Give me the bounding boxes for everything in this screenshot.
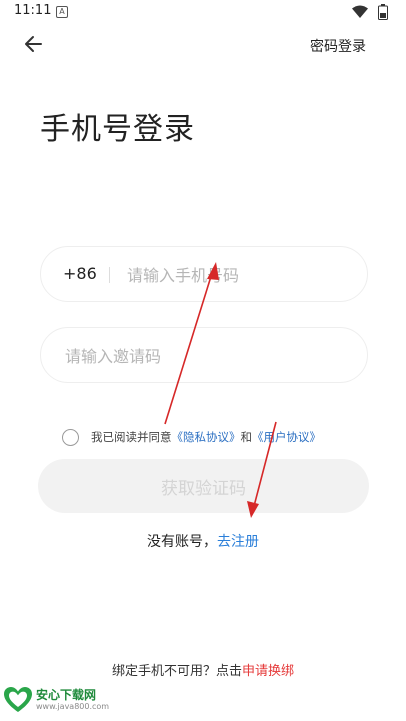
register-link[interactable]: 去注册: [217, 534, 259, 550]
watermark-url: www.java800.com: [36, 702, 110, 711]
privacy-policy-link[interactable]: 《隐私协议》: [172, 429, 241, 445]
back-arrow-icon[interactable]: [22, 33, 44, 55]
rebind-prompt: 绑定手机不可用？点击: [111, 664, 242, 679]
apply-rebind-link[interactable]: 申请换绑: [242, 664, 294, 679]
battery-icon: [378, 4, 388, 20]
user-agreement-link[interactable]: 《用户协议》: [252, 429, 321, 445]
status-bar: 11:11 A: [0, 0, 406, 24]
notification-app-icon: A: [56, 6, 68, 18]
rebind-row: 绑定手机不可用？点击申请换绑: [0, 660, 406, 679]
agreement-and: 和: [240, 430, 253, 444]
phone-field: +86: [40, 246, 368, 302]
password-login-link[interactable]: 密码登录: [310, 36, 366, 56]
watermark-name: 安心下载网: [36, 688, 97, 702]
watermark: 安心下载网 www.java800.com: [4, 687, 109, 713]
agreement-checkbox[interactable]: [62, 428, 79, 446]
wifi-icon: [352, 5, 368, 18]
no-account-text: 没有账号，: [147, 534, 217, 550]
country-code[interactable]: +86: [63, 264, 97, 283]
page-title: 手机号登录: [40, 112, 195, 147]
phone-input[interactable]: [125, 257, 349, 293]
status-time: 11:11: [14, 3, 52, 18]
invite-code-input[interactable]: [63, 338, 347, 374]
agreement-text: 我已阅读并同意: [91, 430, 172, 444]
register-row: 没有账号，去注册: [0, 531, 406, 551]
heart-logo-icon: [4, 687, 32, 712]
code-divider: [109, 267, 110, 283]
agreement-row: 我已阅读并同意 《隐私协议》 和 《用户协议》: [62, 427, 321, 447]
invite-field: [40, 327, 368, 383]
get-code-button[interactable]: 获取验证码: [38, 459, 369, 513]
